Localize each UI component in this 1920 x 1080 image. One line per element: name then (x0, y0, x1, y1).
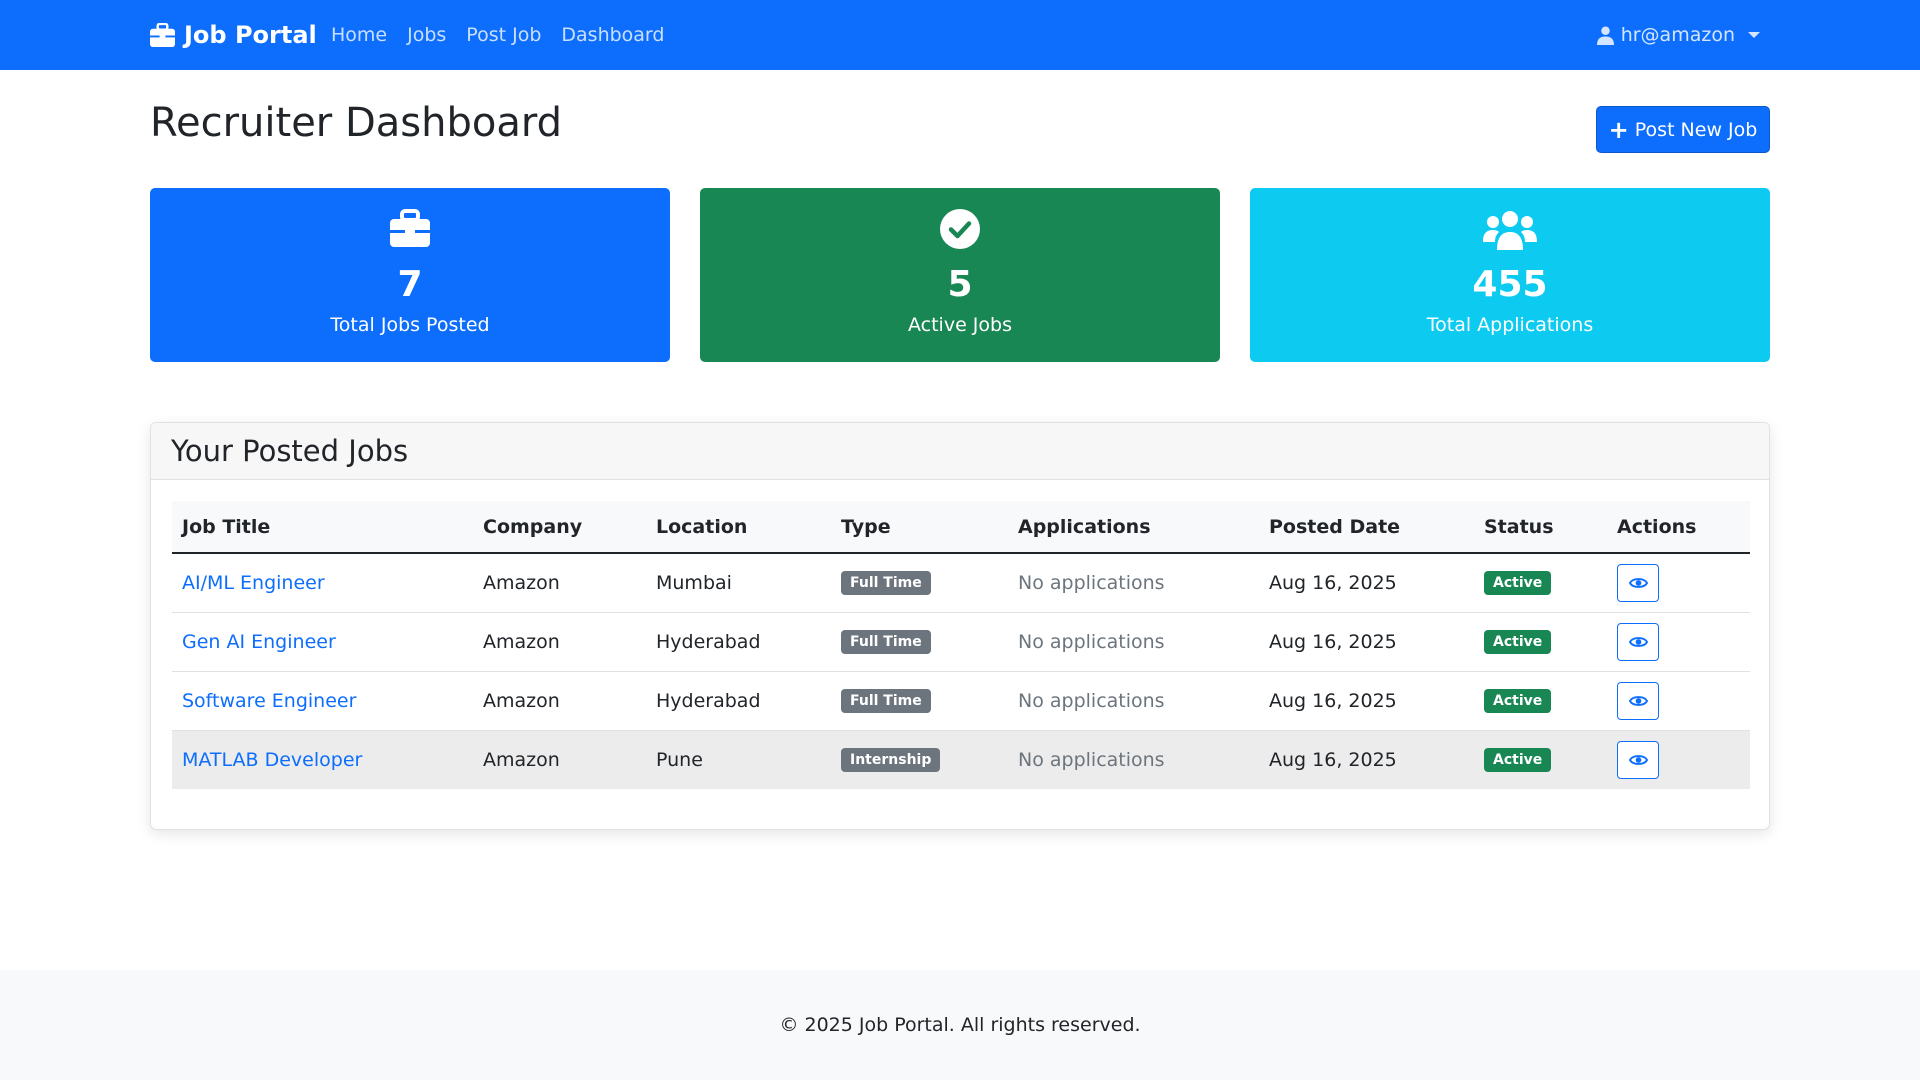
job-type-badge: Full Time (841, 689, 931, 713)
column-header-applications: Applications (1008, 501, 1259, 554)
column-header-type: Type (831, 501, 1008, 554)
posted-jobs-card-header: Your Posted Jobs (151, 423, 1769, 480)
posted-date-cell: Aug 16, 2025 (1269, 689, 1397, 712)
eye-icon (1628, 754, 1648, 765)
view-job-button[interactable] (1617, 740, 1659, 779)
table-row: MATLAB Developer Amazon Pune Internship … (172, 730, 1750, 789)
table-row: Gen AI Engineer Amazon Hyderabad Full Ti… (172, 612, 1750, 671)
status-badge: Active (1484, 748, 1552, 773)
job-title-link[interactable]: Software Engineer (182, 690, 356, 712)
plus-icon: + (1608, 115, 1629, 144)
table-header-row: Job Title Company Location Type Applicat… (172, 501, 1750, 554)
location-cell: Hyderabad (656, 630, 761, 653)
users-icon (1483, 211, 1537, 250)
column-header-actions: Actions (1607, 501, 1750, 554)
posted-jobs-heading: Your Posted Jobs (171, 434, 409, 468)
applications-cell: No applications (1018, 689, 1165, 712)
posted-date-cell: Aug 16, 2025 (1269, 571, 1397, 594)
company-cell: Amazon (483, 571, 560, 594)
nav-links: Home Jobs Post Job Dashboard (331, 0, 664, 70)
post-new-job-label: Post New Job (1634, 118, 1758, 141)
nav-link-dashboard[interactable]: Dashboard (561, 24, 664, 46)
nav-link-home[interactable]: Home (331, 24, 387, 46)
applications-cell: No applications (1018, 571, 1165, 594)
stat-label: Active Jobs (908, 314, 1012, 336)
brand-name: Job Portal (184, 21, 317, 49)
status-badge: Active (1484, 630, 1552, 654)
job-title-link[interactable]: MATLAB Developer (182, 749, 362, 771)
nav-link-post-job[interactable]: Post Job (466, 24, 541, 46)
company-cell: Amazon (483, 748, 560, 771)
stat-value: 455 (1472, 264, 1548, 305)
eye-icon (1628, 695, 1648, 706)
company-cell: Amazon (483, 630, 560, 653)
applications-cell: No applications (1018, 748, 1165, 771)
user-icon (1596, 26, 1614, 45)
stat-label: Total Jobs Posted (330, 314, 490, 336)
view-job-button[interactable] (1617, 563, 1659, 602)
user-email: hr@amazon (1620, 24, 1735, 46)
column-header-company: Company (473, 501, 646, 554)
posted-date-cell: Aug 16, 2025 (1269, 630, 1397, 653)
table-row: Software Engineer Amazon Hyderabad Full … (172, 671, 1750, 730)
nav-link-jobs[interactable]: Jobs (407, 24, 446, 46)
view-job-button[interactable] (1617, 622, 1659, 661)
posted-jobs-table: Job Title Company Location Type Applicat… (172, 501, 1750, 789)
applications-cell: No applications (1018, 630, 1165, 653)
posted-date-cell: Aug 16, 2025 (1269, 748, 1397, 771)
footer: © 2025 Job Portal. All rights reserved. (0, 970, 1920, 1080)
navbar: Job Portal Home Jobs Post Job Dashboard … (0, 0, 1920, 70)
footer-copyright: © 2025 Job Portal. All rights reserved. (779, 1014, 1141, 1036)
job-type-badge: Full Time (841, 571, 931, 596)
column-header-location: Location (646, 501, 831, 554)
job-type-badge: Full Time (841, 630, 931, 654)
stat-label: Total Applications (1426, 314, 1594, 336)
page-title: Recruiter Dashboard (150, 100, 562, 146)
status-badge: Active (1484, 571, 1552, 596)
location-cell: Pune (656, 748, 703, 771)
job-title-link[interactable]: Gen AI Engineer (182, 631, 336, 653)
job-title-link[interactable]: AI/ML Engineer (182, 572, 325, 594)
eye-icon (1628, 636, 1648, 647)
view-job-button[interactable] (1617, 681, 1659, 720)
column-header-status: Status (1474, 501, 1607, 554)
briefcase-icon (390, 209, 430, 247)
stat-value: 7 (397, 264, 423, 305)
post-new-job-button[interactable]: + Post New Job (1596, 106, 1770, 153)
status-badge: Active (1484, 689, 1552, 713)
location-cell: Mumbai (656, 571, 732, 594)
location-cell: Hyderabad (656, 689, 761, 712)
brand-link[interactable]: Job Portal (149, 0, 317, 70)
job-type-badge: Internship (841, 748, 941, 773)
stat-value: 5 (947, 264, 973, 305)
column-header-posted-date: Posted Date (1259, 501, 1474, 554)
user-menu-dropdown[interactable]: hr@amazon (1596, 0, 1760, 70)
stat-card-active-jobs: 5 Active Jobs (700, 188, 1220, 362)
company-cell: Amazon (483, 689, 560, 712)
stat-card-total-applications: 455 Total Applications (1250, 188, 1770, 362)
briefcase-icon (150, 22, 175, 47)
chevron-down-icon (1748, 32, 1760, 38)
eye-icon (1628, 577, 1648, 588)
table-row: AI/ML Engineer Amazon Mumbai Full Time N… (172, 553, 1750, 612)
posted-jobs-card: Your Posted Jobs Job Title Company Locat… (150, 422, 1770, 830)
check-circle-icon (940, 209, 980, 249)
stat-card-total-jobs: 7 Total Jobs Posted (150, 188, 670, 362)
column-header-job-title: Job Title (172, 501, 473, 554)
